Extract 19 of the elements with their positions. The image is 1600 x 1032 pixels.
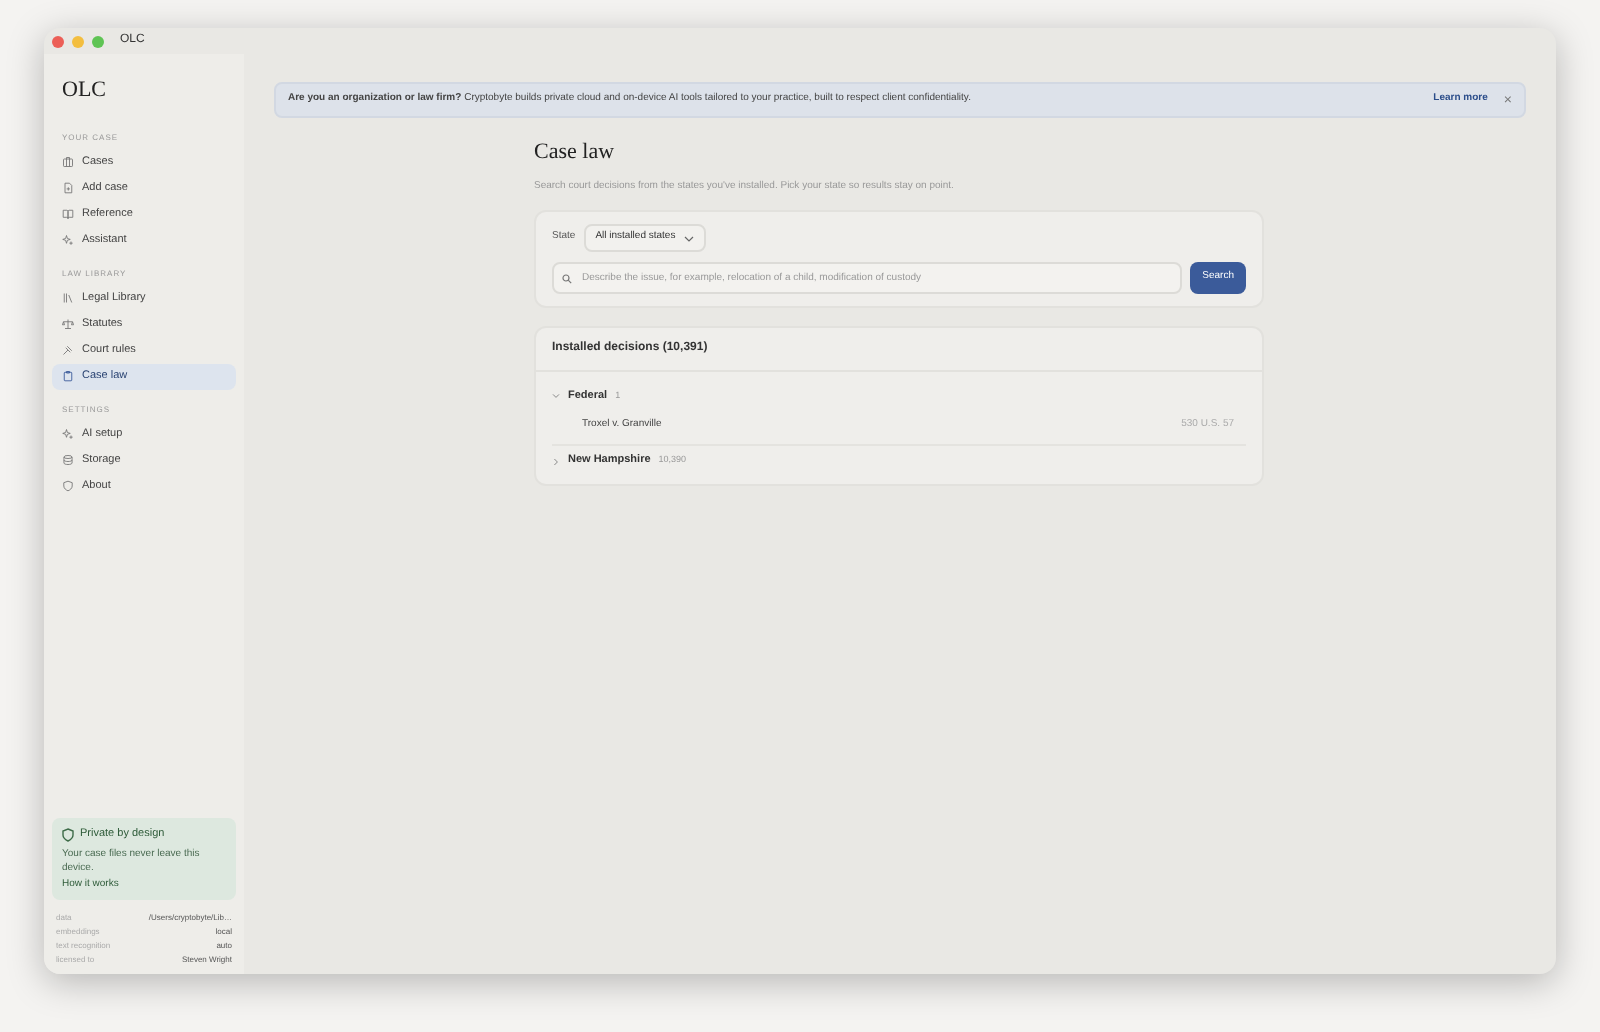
shield-icon — [62, 827, 74, 842]
chevron-down-icon — [683, 235, 694, 241]
sparkle-icon — [62, 234, 74, 246]
document-plus-icon — [62, 182, 74, 194]
page-title: Case law — [534, 138, 617, 168]
maximize-window-button[interactable] — [92, 35, 104, 47]
search-icon — [562, 273, 572, 283]
book-icon — [62, 208, 74, 220]
database-icon — [62, 454, 74, 466]
briefcase-icon — [62, 156, 74, 168]
minimize-window-button[interactable] — [72, 35, 84, 47]
clipboard-icon — [62, 370, 74, 382]
gavel-icon — [62, 344, 74, 356]
scale-icon — [62, 318, 74, 330]
close-window-button[interactable] — [52, 35, 64, 47]
sparkle-icon — [62, 428, 74, 440]
books-icon — [62, 292, 74, 304]
app-name: OLC — [60, 76, 108, 106]
shield-icon — [62, 480, 74, 492]
